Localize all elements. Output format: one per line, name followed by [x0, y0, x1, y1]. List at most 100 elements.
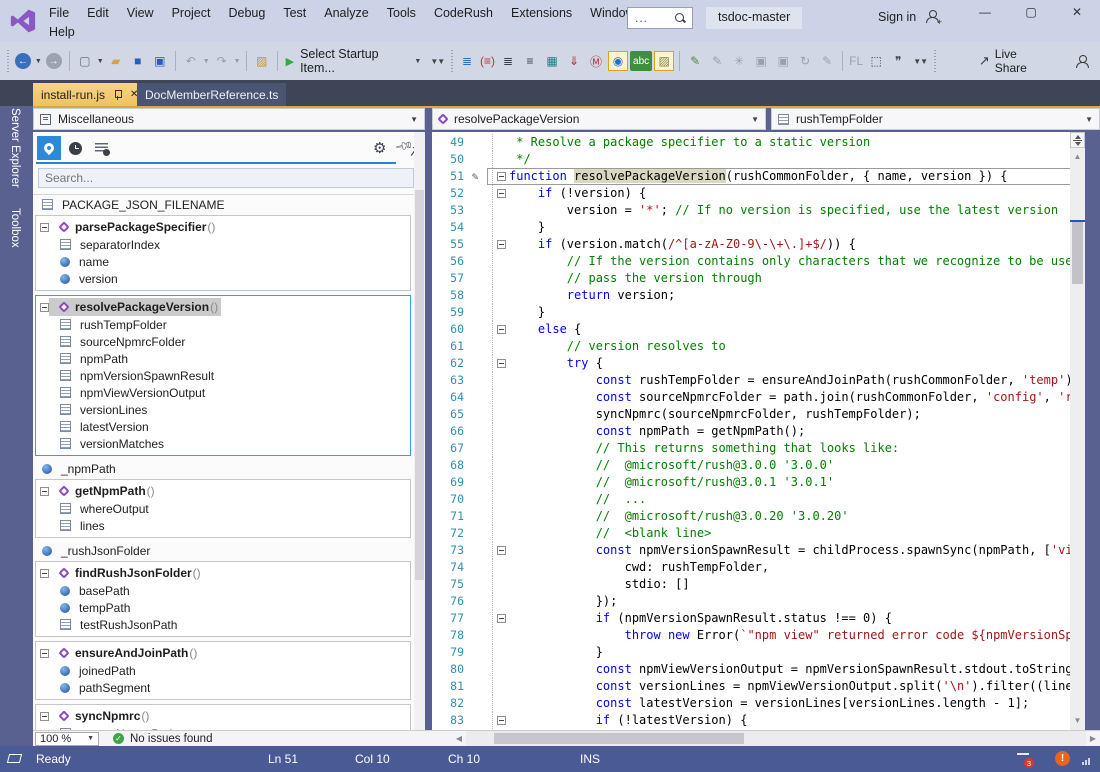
outline-item-versionLines[interactable]: versionLines [36, 401, 410, 418]
code-text[interactable]: } [509, 304, 1085, 321]
toolbar-grip[interactable] [934, 50, 936, 72]
line-number[interactable]: 69 [432, 474, 464, 491]
gear-icon[interactable]: ⚙ [373, 139, 386, 157]
scroll-down-arrow[interactable]: ▼ [1070, 714, 1085, 728]
new-file-icon[interactable]: ▢ [75, 51, 95, 71]
fold-margin[interactable] [492, 678, 509, 695]
code-editor[interactable]: 49 * Resolve a package specifier to a st… [432, 132, 1085, 730]
find-in-files-icon[interactable]: ▨ [252, 51, 272, 71]
line-number[interactable]: 80 [432, 661, 464, 678]
pin-icon[interactable] [113, 89, 123, 100]
code-text[interactable]: const rushTempFolder = ensureAndJoinPath… [509, 372, 1085, 389]
code-text[interactable]: if (npmVersionSpawnResult.status !== 0) … [509, 610, 1085, 627]
code-text[interactable]: else { [509, 321, 1085, 338]
code-text[interactable]: const npmPath = getNpmPath(); [509, 423, 1085, 440]
code-text[interactable]: * Resolve a package specifier to a stati… [509, 134, 1085, 151]
code-line-60[interactable]: 60 else { [432, 321, 1085, 338]
fold-margin[interactable] [492, 644, 509, 661]
fold-margin[interactable] [492, 440, 509, 457]
code-line-71[interactable]: 71 // @microsoft/rush@3.0.20 '3.0.20' [432, 508, 1085, 525]
outline-item-basePath[interactable]: basePath [36, 582, 410, 599]
outline-scrollbar[interactable] [414, 132, 425, 730]
line-number[interactable]: 57 [432, 270, 464, 287]
code-line-59[interactable]: 59 } [432, 304, 1085, 321]
code-line-55[interactable]: 55 if (version.match(/^[a-zA-Z0-9\-\+\.]… [432, 236, 1085, 253]
code-text[interactable]: const sourceNpmrcFolder = path.join(rush… [509, 389, 1085, 406]
code-text[interactable]: throw new Error(`"npm view" returned err… [509, 627, 1085, 644]
code-line-73[interactable]: 73 const npmVersionSpawnResult = childPr… [432, 542, 1085, 559]
line-number[interactable]: 60 [432, 321, 464, 338]
code-line-77[interactable]: 77 if (npmVersionSpawnResult.status !== … [432, 610, 1085, 627]
fold-margin[interactable] [492, 474, 509, 491]
code-text[interactable]: // This returns something that looks lik… [509, 440, 1085, 457]
code-line-57[interactable]: 57 // pass the version through [432, 270, 1085, 287]
line-number[interactable]: 51 [432, 168, 464, 185]
line-number[interactable]: 66 [432, 423, 464, 440]
menu-coderush[interactable]: CodeRush [425, 6, 502, 20]
code-text[interactable]: // @microsoft/rush@3.0.20 '3.0.20' [509, 508, 1085, 525]
tab-docmemberreference-ts[interactable]: DocMemberReference.ts [137, 83, 286, 106]
outline-item-tempPath[interactable]: tempPath [36, 599, 410, 616]
outline-group-title[interactable]: findRushJsonFolder() [36, 564, 410, 582]
chevron-down-icon[interactable]: ▼ [203, 58, 210, 65]
scrollbar-track[interactable] [466, 731, 1086, 746]
code-text[interactable]: if (!version) { [509, 185, 1085, 202]
collapse-icon[interactable] [497, 359, 506, 368]
line-number[interactable]: 75 [432, 576, 464, 593]
document-health-indicator[interactable]: ✓ No issues found [113, 733, 212, 745]
line-number[interactable]: 64 [432, 389, 464, 406]
line-number[interactable]: 58 [432, 287, 464, 304]
fold-margin[interactable] [492, 508, 509, 525]
code-line-63[interactable]: 63 const rushTempFolder = ensureAndJoinP… [432, 372, 1085, 389]
code-line-75[interactable]: 75 stdio: [] [432, 576, 1085, 593]
outline-item-_rushJsonFolder[interactable]: _rushJsonFolder [33, 542, 413, 559]
fold-margin[interactable] [492, 202, 509, 219]
sign-in-account-icon[interactable]: + [925, 10, 939, 22]
line-number[interactable]: 73 [432, 542, 464, 559]
fold-margin[interactable] [492, 610, 509, 627]
code-text[interactable]: cwd: rushTempFolder, [509, 559, 1085, 576]
code-line-56[interactable]: 56 // If the version contains only chara… [432, 253, 1085, 270]
start-debug-button[interactable]: ▶ Select Startup Item... ▼ [286, 47, 423, 75]
smart-quotes-icon[interactable]: ❞ [888, 51, 908, 71]
fold-margin[interactable] [492, 627, 509, 644]
fold-margin[interactable] [492, 576, 509, 593]
minimize-button[interactable]: — [968, 0, 1002, 24]
live-share-button[interactable]: ↗ Live Share [979, 47, 1047, 75]
code-text[interactable]: const versionLines = npmViewVersionOutpu… [509, 678, 1085, 695]
paste-format-icon[interactable]: ▣ [773, 51, 793, 71]
scrollbar-thumb[interactable] [494, 733, 744, 744]
code-text[interactable]: // <blank line> [509, 525, 1085, 542]
fold-margin[interactable] [492, 185, 509, 202]
line-number[interactable]: 50 [432, 151, 464, 168]
chevron-down-icon[interactable]: ▼ [35, 58, 42, 65]
code-line-68[interactable]: 68 // @microsoft/rush@3.0.0 '3.0.0' [432, 457, 1085, 474]
collapse-icon[interactable] [497, 325, 506, 334]
code-text[interactable]: try { [509, 355, 1085, 372]
server-explorer-tab[interactable]: Server Explorer [9, 108, 21, 188]
fold-margin[interactable] [492, 355, 509, 372]
map-pin-icon[interactable]: ◉ [608, 51, 628, 71]
collapse-icon[interactable] [40, 712, 49, 721]
nav-project-dropdown[interactable]: Miscellaneous ▼ [33, 108, 425, 130]
paste-plain-icon[interactable]: ▣ [751, 51, 771, 71]
collapse-icon[interactable] [497, 172, 506, 181]
import-symbol-icon[interactable]: ⇓ [564, 51, 584, 71]
code-text[interactable]: return version; [509, 287, 1085, 304]
fold-margin[interactable] [492, 253, 509, 270]
nav-member-dropdown[interactable]: resolvePackageVersion ▼ [432, 108, 766, 130]
line-number[interactable]: 63 [432, 372, 464, 389]
outline-group-title[interactable]: resolvePackageVersion() [36, 298, 410, 316]
toolbar-grip[interactable] [451, 50, 453, 72]
line-number[interactable]: 52 [432, 185, 464, 202]
format-selection-icon[interactable]: ✎ [707, 51, 727, 71]
code-text[interactable]: version = '*'; // If no version is speci… [509, 202, 1085, 219]
quick-fix-icon[interactable]: ✎ [817, 51, 837, 71]
tab-install-run-js[interactable]: install-run.js ✕ [33, 83, 146, 106]
line-number[interactable]: 61 [432, 338, 464, 355]
menu-project[interactable]: Project [163, 6, 220, 20]
image-embed-icon[interactable]: ▨ [654, 51, 674, 71]
line-number[interactable]: 81 [432, 678, 464, 695]
toolbar-overflow-icon[interactable]: ▼▼ [430, 57, 444, 66]
code-line-54[interactable]: 54 } [432, 219, 1085, 236]
